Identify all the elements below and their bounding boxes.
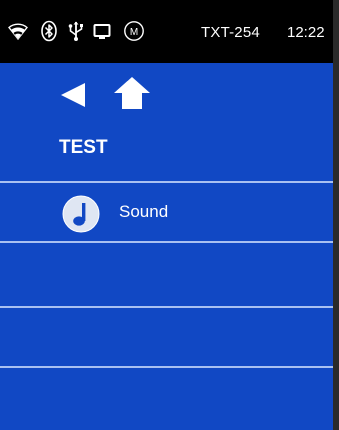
m-circle-icon: M xyxy=(122,20,146,42)
music-note-icon xyxy=(62,195,100,233)
list-item-sound[interactable]: Sound xyxy=(0,184,333,242)
divider xyxy=(0,241,333,243)
home-button[interactable] xyxy=(113,76,151,110)
status-bar: M TXT-254 12:22 xyxy=(0,0,333,63)
back-button[interactable] xyxy=(59,80,89,110)
divider xyxy=(0,366,333,368)
clock-time: 12:22 xyxy=(287,24,325,41)
device-frame: M TXT-254 12:22 TEST Sound xyxy=(0,0,339,430)
bluetooth-icon xyxy=(39,20,59,42)
usb-icon xyxy=(66,20,86,42)
screen: M TXT-254 12:22 TEST Sound xyxy=(0,0,333,430)
back-arrow-icon xyxy=(61,83,85,107)
divider xyxy=(0,181,333,183)
divider xyxy=(0,306,333,308)
wifi-icon xyxy=(8,20,28,42)
page-title: TEST xyxy=(59,137,108,158)
screen-icon xyxy=(92,20,112,42)
device-model: TXT-254 xyxy=(201,24,260,41)
home-icon xyxy=(114,77,150,109)
m-circle-letter: M xyxy=(130,27,138,38)
list-item-label: Sound xyxy=(119,202,169,221)
